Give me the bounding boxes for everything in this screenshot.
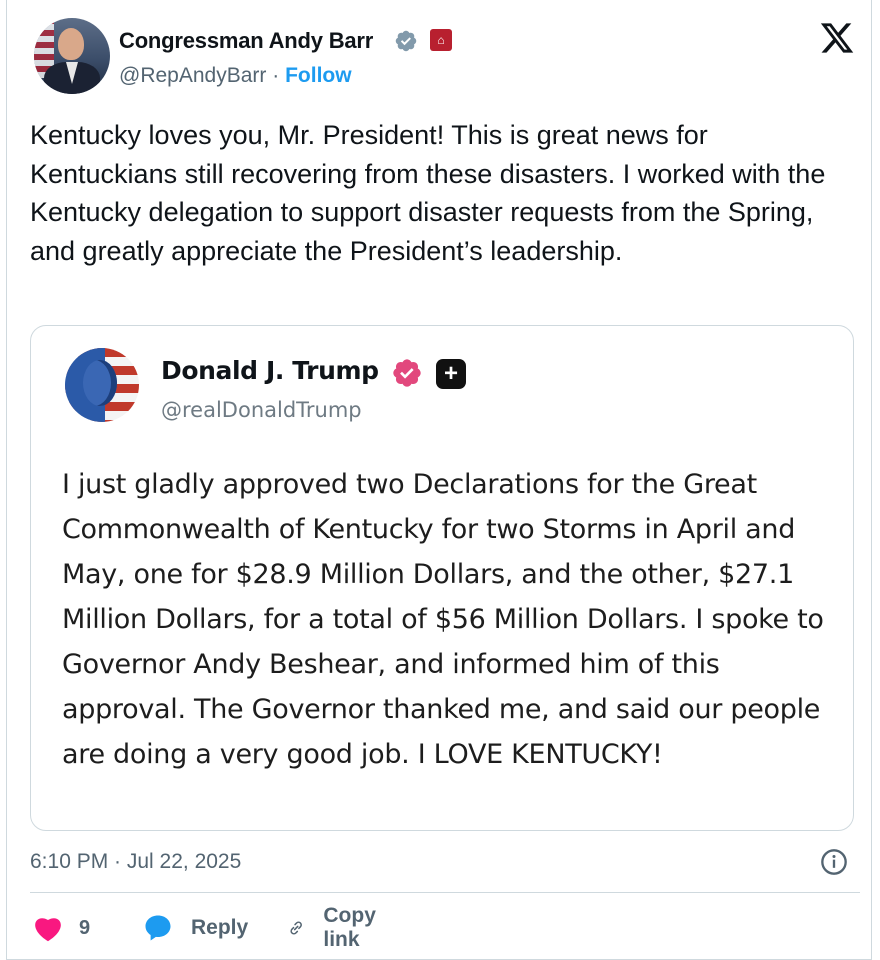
like-count: 9	[79, 916, 91, 939]
author-handle[interactable]: @RepAndyBarr	[119, 64, 266, 87]
info-icon[interactable]	[820, 848, 848, 876]
copy-link-label: Copy link	[323, 904, 376, 951]
reply-button[interactable]: Reply	[143, 910, 248, 946]
post-timestamp[interactable]: 6:10 PM · Jul 22, 2025	[30, 850, 241, 874]
verified-badge-icon	[395, 30, 417, 52]
avatar-portrait	[83, 360, 117, 406]
follow-link[interactable]: Follow	[285, 64, 352, 87]
quoted-author-avatar[interactable]	[65, 348, 139, 422]
reply-bubble-icon	[145, 915, 171, 941]
copy-link-button[interactable]: Copy link	[287, 904, 386, 951]
quoted-author-name[interactable]: Donald J. Trump	[161, 356, 379, 385]
author-name[interactable]: Congressman Andy Barr	[119, 28, 373, 54]
heart-icon	[35, 918, 61, 942]
link-icon	[290, 921, 302, 935]
capitol-badge-icon: ⌂	[430, 29, 452, 51]
tweet-card: Congressman Andy Barr ⌂ @RepAndyBarr · F…	[6, 0, 872, 960]
quoted-post-text: I just gladly approved two Declarations …	[62, 469, 824, 770]
handle-separator: ·	[272, 64, 280, 87]
reply-label: Reply	[191, 916, 249, 939]
quoted-author-handle[interactable]: @realDonaldTrump	[161, 398, 362, 422]
like-button[interactable]: 9	[33, 910, 90, 946]
quoted-post[interactable]: Donald J. Trump + @realDonaldTrump I jus…	[30, 325, 854, 831]
author-avatar[interactable]	[34, 18, 110, 94]
x-logo-icon[interactable]	[819, 20, 855, 56]
tweet-text: Kentucky loves you, Mr. President! This …	[30, 120, 826, 266]
author-handle-line: @RepAndyBarr · Follow	[119, 64, 352, 88]
verified-badge-icon	[393, 359, 421, 387]
truth-social-plus-icon: +	[436, 359, 466, 389]
divider	[30, 892, 860, 893]
avatar-face	[58, 28, 84, 60]
